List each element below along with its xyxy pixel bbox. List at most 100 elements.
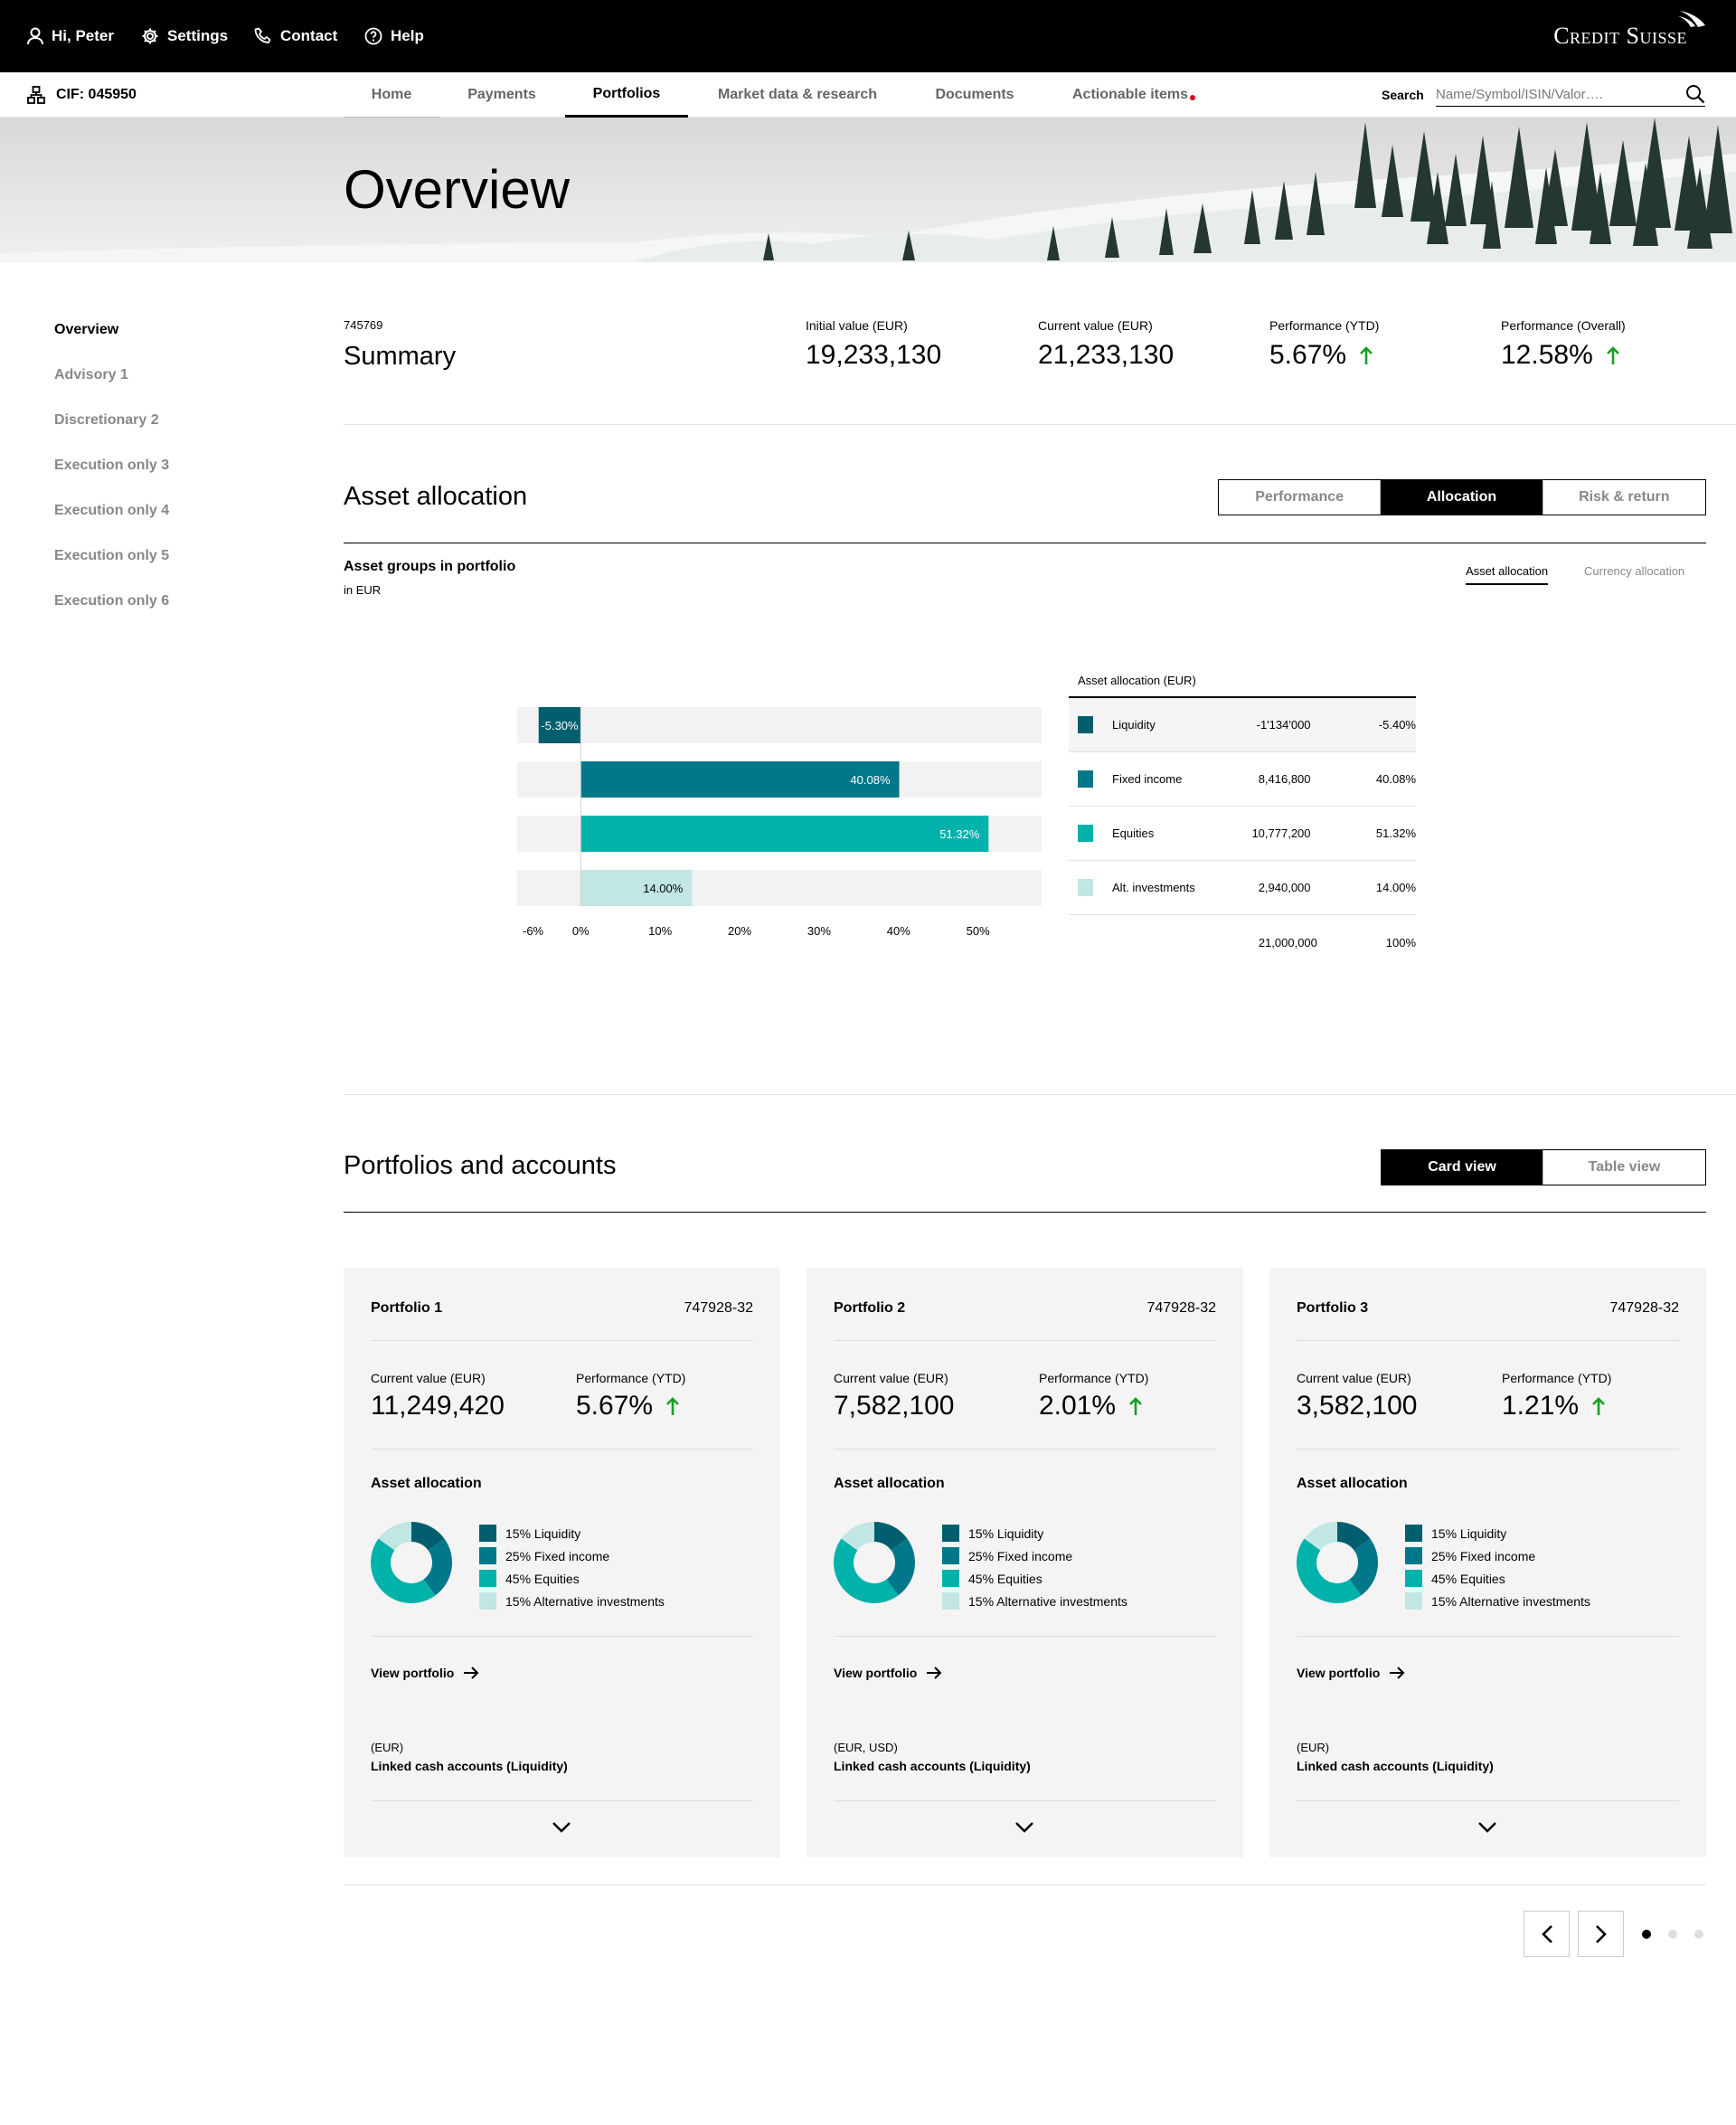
x-tick-label: -6% — [523, 924, 544, 938]
value-text: 7,582,100 — [834, 1391, 955, 1421]
sidebar-item-discretionary-2[interactable]: Discretionary 2 — [54, 412, 159, 429]
sidebar-item-advisory-1[interactable]: Advisory 1 — [54, 367, 128, 383]
sails-logo-icon — [1678, 11, 1705, 27]
page-indicator-dot[interactable] — [1642, 1930, 1651, 1939]
search-input[interactable] — [1436, 83, 1671, 105]
next-page-button[interactable] — [1578, 1911, 1624, 1957]
sidebar-item-execution-only-4[interactable]: Execution only 4 — [54, 503, 169, 519]
allocation-view-switcher: Performance Allocation Risk & return — [1218, 479, 1706, 515]
portfolio-card: Portfolio 1 747928-32 Current value (EUR… — [344, 1268, 780, 1857]
chevron-down-icon[interactable] — [552, 1821, 571, 1834]
current-value: 11,249,420 — [371, 1391, 505, 1421]
kpi-initial-label: Initial value (EUR) — [806, 318, 908, 333]
view-portfolio-link[interactable]: View portfolio — [834, 1666, 942, 1680]
chevron-down-icon[interactable] — [1014, 1821, 1034, 1834]
current-value: 3,582,100 — [1297, 1391, 1417, 1421]
legend-swatch — [479, 1592, 496, 1610]
portfolio-view-switcher: Card view Table view — [1381, 1149, 1706, 1185]
bar-value-label: -5.30% — [541, 719, 579, 732]
portfolio-card: Portfolio 2 747928-32 Current value (EUR… — [807, 1268, 1243, 1857]
linked-cash-accounts: Linked cash accounts (Liquidity) — [834, 1759, 1031, 1773]
search-icon[interactable] — [1685, 84, 1705, 104]
bar — [580, 816, 989, 852]
card-divider — [834, 1636, 1216, 1637]
view-performance-button[interactable]: Performance — [1219, 480, 1382, 515]
current-value-label: Current value (EUR) — [834, 1371, 948, 1385]
cif-number[interactable]: CIF: 045950 — [27, 72, 137, 118]
tab-portfolios[interactable]: Portfolios — [565, 72, 688, 118]
search-box — [1436, 83, 1705, 107]
legend-label: 15% Liquidity — [968, 1525, 1044, 1541]
contact-link[interactable]: Contact — [254, 0, 337, 72]
chevron-down-icon[interactable] — [1477, 1821, 1497, 1834]
allocation-donut-chart — [371, 1522, 452, 1603]
legend-swatch — [1405, 1525, 1422, 1542]
view-portfolio-link[interactable]: View portfolio — [371, 1666, 479, 1680]
tab-documents[interactable]: Documents — [909, 72, 1041, 118]
tab-actionable-items[interactable]: Actionable items — [1058, 72, 1203, 118]
color-swatch — [1078, 716, 1094, 733]
kpi-performance-overall-value: 12.58% — [1501, 340, 1620, 371]
linked-cash-accounts: Linked cash accounts (Liquidity) — [371, 1759, 568, 1773]
cif-label: CIF: 045950 — [56, 87, 137, 102]
credit-suisse-logo[interactable]: Credit Suisse — [1553, 11, 1705, 61]
org-structure-icon — [27, 86, 45, 104]
allocation-legend: 15% Liquidity 25% Fixed income 45% Equit… — [1405, 1522, 1590, 1612]
user-icon — [27, 27, 43, 45]
contact-label: Contact — [280, 27, 338, 44]
page-indicator-dot[interactable] — [1694, 1930, 1703, 1939]
sidebar-item-execution-only-3[interactable]: Execution only 3 — [54, 458, 169, 474]
bar-track — [517, 707, 1042, 743]
row-name: Fixed income — [1112, 772, 1183, 786]
tab-label: Portfolios — [592, 85, 661, 101]
card-view-button[interactable]: Card view — [1382, 1150, 1543, 1185]
view-allocation-button[interactable]: Allocation — [1381, 480, 1543, 515]
settings-link[interactable]: Settings — [141, 0, 228, 72]
table-total-row: 21,000,000 100% — [1069, 915, 1416, 969]
sidebar-item-execution-only-5[interactable]: Execution only 5 — [54, 548, 169, 564]
view-portfolio-link[interactable]: View portfolio — [1297, 1666, 1405, 1680]
legend-label: 45% Equities — [505, 1571, 580, 1586]
kpi-value-text: 21,233,130 — [1038, 340, 1175, 370]
portfolio-id: 747928-32 — [684, 1300, 753, 1316]
sidebar-item-execution-only-6[interactable]: Execution only 6 — [54, 593, 169, 609]
page-title: Overview — [344, 159, 571, 220]
table-view-button[interactable]: Table view — [1543, 1150, 1705, 1185]
sidebar-item-overview[interactable]: Overview — [54, 322, 118, 338]
allocation-donut-chart — [834, 1522, 915, 1603]
settings-label: Settings — [167, 27, 229, 44]
user-greeting[interactable]: Hi, Peter — [27, 0, 114, 72]
tab-label: Home — [371, 86, 412, 102]
page-indicator-dot[interactable] — [1668, 1930, 1677, 1939]
legend-swatch — [479, 1525, 496, 1542]
legend-swatch — [479, 1570, 496, 1587]
tab-market-data-research[interactable]: Market data & research — [705, 72, 890, 118]
subtab-currency-allocation[interactable]: Currency allocation — [1584, 564, 1684, 578]
legend-swatch — [1405, 1570, 1422, 1587]
legend-item: 15% Liquidity — [1405, 1522, 1590, 1544]
value-text: 3,582,100 — [1297, 1391, 1418, 1421]
legend-label: 25% Fixed income — [505, 1548, 610, 1563]
tab-home[interactable]: Home — [344, 72, 439, 118]
card-divider — [1297, 1636, 1679, 1637]
previous-page-button[interactable] — [1524, 1911, 1570, 1957]
hero-banner: Overview — [0, 118, 1736, 262]
arrow-right-icon — [927, 1667, 942, 1679]
search-label: Search — [1382, 88, 1424, 102]
portfolios-title: Portfolios and accounts — [344, 1151, 617, 1180]
arrow-right-icon — [1390, 1667, 1405, 1679]
asset-allocation-title: Asset allocation — [371, 1476, 482, 1491]
legend-label: 15% Alternative investments — [968, 1593, 1127, 1609]
help-link[interactable]: Help — [364, 0, 424, 72]
tab-payments[interactable]: Payments — [452, 72, 552, 118]
legend-swatch — [942, 1525, 959, 1542]
legend-item: 25% Fixed income — [479, 1544, 665, 1567]
divider — [344, 424, 1736, 425]
linked-currencies: (EUR) — [371, 1741, 404, 1754]
link-label: View portfolio — [371, 1666, 455, 1680]
subtab-asset-allocation[interactable]: Asset allocation — [1466, 564, 1549, 585]
view-risk-return-button[interactable]: Risk & return — [1543, 480, 1705, 515]
x-tick-label: 40% — [887, 924, 910, 938]
portfolio-name: Portfolio 2 — [834, 1300, 906, 1316]
row-percent: 40.08% — [1375, 772, 1416, 786]
